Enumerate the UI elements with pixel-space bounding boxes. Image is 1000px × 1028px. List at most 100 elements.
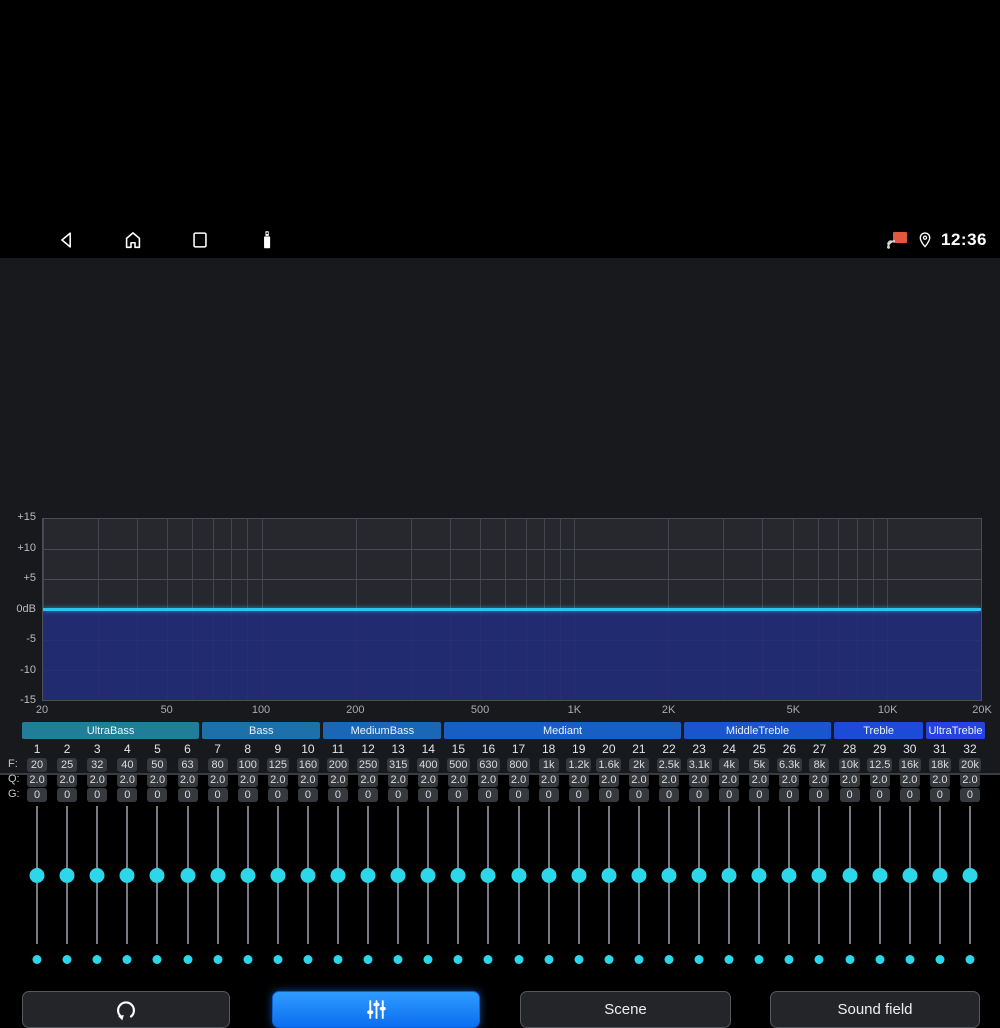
gain-value[interactable]: 0: [749, 788, 770, 802]
freq-value[interactable]: 125: [266, 758, 289, 772]
freq-value[interactable]: 6.3k: [776, 758, 802, 772]
gain-value[interactable]: 0: [568, 788, 589, 802]
q-value[interactable]: 2.0: [719, 773, 740, 787]
q-value[interactable]: 2.0: [388, 773, 409, 787]
q-value[interactable]: 2.0: [478, 773, 499, 787]
q-value[interactable]: 2.0: [27, 773, 48, 787]
freq-value[interactable]: 8k: [809, 758, 830, 772]
freq-value[interactable]: 18k: [928, 758, 951, 772]
freq-value[interactable]: 40: [117, 758, 138, 772]
gain-value[interactable]: 0: [147, 788, 168, 802]
q-value[interactable]: 2.0: [267, 773, 288, 787]
q-value[interactable]: 2.0: [779, 773, 800, 787]
equalizer-button[interactable]: [272, 991, 480, 1028]
slider-knob[interactable]: [270, 868, 286, 883]
gain-value[interactable]: 0: [538, 788, 559, 802]
sound-field-button[interactable]: Sound field: [770, 991, 980, 1028]
freq-value[interactable]: 5k: [749, 758, 770, 772]
gain-value[interactable]: 0: [689, 788, 710, 802]
freq-value[interactable]: 100: [236, 758, 259, 772]
gain-value[interactable]: 0: [177, 788, 198, 802]
gain-value[interactable]: 0: [869, 788, 890, 802]
freq-value[interactable]: 200: [326, 758, 350, 772]
freq-value[interactable]: 20k: [959, 758, 981, 772]
gain-value[interactable]: 0: [959, 788, 980, 802]
q-value[interactable]: 2.0: [869, 773, 890, 787]
gain-value[interactable]: 0: [719, 788, 740, 802]
gain-value[interactable]: 0: [899, 788, 920, 802]
q-value[interactable]: 2.0: [749, 773, 770, 787]
slider-knob[interactable]: [571, 868, 587, 883]
q-value[interactable]: 2.0: [839, 773, 860, 787]
freq-value[interactable]: 160: [296, 758, 320, 772]
q-value[interactable]: 2.0: [628, 773, 649, 787]
q-value[interactable]: 2.0: [899, 773, 920, 787]
q-value[interactable]: 2.0: [598, 773, 619, 787]
gain-value[interactable]: 0: [839, 788, 860, 802]
slider-knob[interactable]: [149, 868, 165, 883]
q-value[interactable]: 2.0: [418, 773, 439, 787]
q-value[interactable]: 2.0: [237, 773, 258, 787]
slider-knob[interactable]: [601, 868, 617, 883]
slider-knob[interactable]: [631, 868, 647, 883]
freq-value[interactable]: 1.6k: [596, 758, 622, 772]
freq-value[interactable]: 3.1k: [686, 758, 712, 772]
slider-knob[interactable]: [119, 868, 135, 883]
gain-value[interactable]: 0: [628, 788, 649, 802]
gain-value[interactable]: 0: [508, 788, 529, 802]
gain-value[interactable]: 0: [267, 788, 288, 802]
slider-knob[interactable]: [661, 868, 677, 883]
freq-value[interactable]: 12.5: [866, 758, 893, 772]
gain-value[interactable]: 0: [779, 788, 800, 802]
slider-knob[interactable]: [480, 868, 496, 883]
q-value[interactable]: 2.0: [358, 773, 379, 787]
gain-value[interactable]: 0: [418, 788, 439, 802]
gain-value[interactable]: 0: [598, 788, 619, 802]
q-value[interactable]: 2.0: [147, 773, 168, 787]
slider-knob[interactable]: [180, 868, 196, 883]
slider-knob[interactable]: [59, 868, 75, 883]
q-value[interactable]: 2.0: [959, 773, 980, 787]
freq-value[interactable]: 25: [57, 758, 78, 772]
slider-knob[interactable]: [811, 868, 827, 883]
gain-value[interactable]: 0: [297, 788, 318, 802]
gain-value[interactable]: 0: [659, 788, 680, 802]
q-value[interactable]: 2.0: [448, 773, 469, 787]
freq-value[interactable]: 250: [356, 758, 380, 772]
recents-icon[interactable]: [189, 229, 211, 251]
freq-value[interactable]: 800: [507, 758, 530, 772]
freq-value[interactable]: 2.5k: [656, 758, 682, 772]
gain-value[interactable]: 0: [809, 788, 830, 802]
q-value[interactable]: 2.0: [659, 773, 680, 787]
freq-value[interactable]: 315: [386, 758, 410, 772]
q-value[interactable]: 2.0: [327, 773, 348, 787]
slider-knob[interactable]: [842, 868, 858, 883]
gain-value[interactable]: 0: [87, 788, 108, 802]
freq-value[interactable]: 1.2k: [566, 758, 592, 772]
q-value[interactable]: 2.0: [568, 773, 589, 787]
freq-value[interactable]: 630: [477, 758, 500, 772]
gain-value[interactable]: 0: [117, 788, 138, 802]
slider-knob[interactable]: [721, 868, 737, 883]
slider-knob[interactable]: [781, 868, 797, 883]
freq-value[interactable]: 400: [417, 758, 440, 772]
q-value[interactable]: 2.0: [929, 773, 950, 787]
freq-value[interactable]: 4k: [719, 758, 740, 772]
gain-value[interactable]: 0: [388, 788, 409, 802]
slider-knob[interactable]: [511, 868, 527, 883]
slider-knob[interactable]: [210, 868, 226, 883]
slider-knob[interactable]: [691, 868, 707, 883]
gain-value[interactable]: 0: [358, 788, 379, 802]
gain-value[interactable]: 0: [27, 788, 48, 802]
freq-value[interactable]: 10k: [838, 758, 861, 772]
q-value[interactable]: 2.0: [87, 773, 108, 787]
slider-knob[interactable]: [450, 868, 466, 883]
q-value[interactable]: 2.0: [689, 773, 710, 787]
gain-value[interactable]: 0: [478, 788, 499, 802]
slider-knob[interactable]: [902, 868, 918, 883]
freq-value[interactable]: 80: [207, 758, 228, 772]
slider-knob[interactable]: [29, 868, 45, 883]
gain-value[interactable]: 0: [207, 788, 228, 802]
slider-knob[interactable]: [300, 868, 316, 883]
gain-value[interactable]: 0: [57, 788, 78, 802]
